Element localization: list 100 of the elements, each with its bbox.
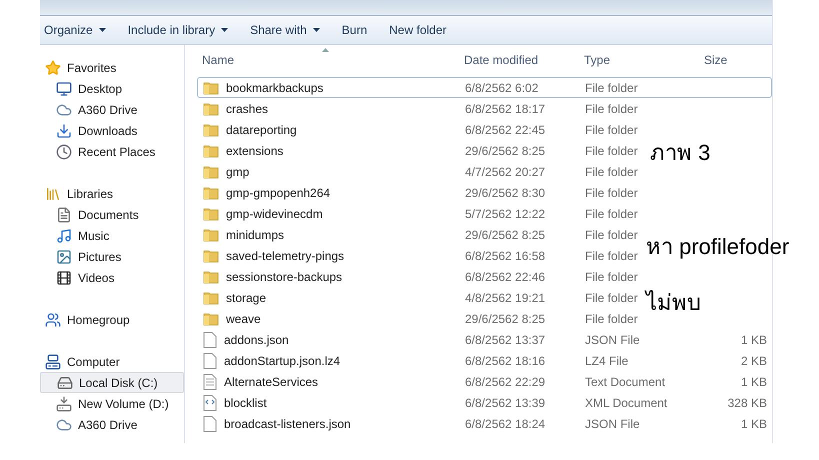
file-name: extensions: [226, 142, 284, 160]
date-cell: 5/7/2562 12:22: [465, 206, 546, 220]
type-cell: File folder: [585, 102, 638, 116]
file-icon: [203, 416, 217, 432]
folder-icon: [203, 206, 219, 220]
folder-icon: [203, 80, 219, 94]
size-cell: 328 KB: [728, 396, 767, 410]
file-icon: [203, 332, 217, 348]
column-header[interactable]: Size: [700, 51, 770, 69]
size-cell: 1 KB: [740, 374, 767, 388]
sidebar-item[interactable]: Videos: [40, 267, 184, 288]
column-header[interactable]: Date modified: [460, 51, 580, 69]
type-cell: JSON File: [585, 416, 640, 430]
file-name: datareporting: [226, 122, 297, 138]
folder-icon: [203, 312, 219, 326]
type-cell: File folder: [585, 270, 638, 284]
file-name: gmp: [226, 164, 250, 180]
type-cell: JSON File: [585, 332, 640, 346]
file-name: crashes: [226, 100, 268, 118]
handwritten-note: ภาพ 3: [650, 142, 710, 164]
drive-icon: [56, 396, 72, 412]
sidebar-item[interactable]: A360 Drive: [40, 414, 184, 435]
music-note-icon: [56, 228, 72, 244]
file-name: saved-telemetry-pings: [226, 248, 344, 264]
folder-icon: [203, 248, 219, 262]
folder-icon: [203, 102, 219, 116]
type-cell: File folder: [585, 144, 638, 158]
date-cell: 29/6/2562 8:25: [465, 312, 546, 326]
file-name: weave: [226, 310, 261, 328]
date-cell: 6/8/2562 18:17: [465, 102, 546, 116]
sidebar-item[interactable]: A360 Drive: [40, 99, 184, 120]
sidebar-group[interactable]: Computer: [40, 351, 184, 372]
sidebar-item[interactable]: Recent Places: [40, 141, 184, 162]
folder-icon: [203, 228, 219, 242]
folder-icon: [203, 186, 219, 200]
hard-drive-icon: [57, 374, 73, 390]
sidebar-group[interactable]: Favorites: [40, 57, 184, 78]
file-name: gmp-gmpopenh264: [226, 184, 330, 202]
document-icon: [56, 206, 72, 222]
type-cell: Text Document: [585, 374, 666, 388]
monitor-icon: [56, 80, 72, 96]
caret-icon: [312, 28, 320, 32]
address-bar[interactable]: [40, 0, 772, 16]
type-cell: File folder: [585, 186, 638, 200]
type-cell: File folder: [585, 290, 638, 304]
size-cell: 1 KB: [740, 416, 767, 430]
type-cell: File folder: [585, 164, 638, 178]
date-cell: 6/8/2562 18:24: [465, 416, 546, 430]
folder-icon: [203, 164, 219, 178]
handwritten-note: หา profilefoder: [646, 236, 790, 258]
folder-icon: [203, 270, 219, 284]
selected-row[interactable]: bookmarkbackups 6/8/2562 6:02 File folder: [197, 77, 772, 98]
file-icon: [203, 352, 217, 368]
date-cell: 29/6/2562 8:25: [465, 228, 546, 242]
cloud-icon: [56, 102, 72, 118]
sidebar-item[interactable]: Downloads: [40, 120, 184, 141]
file-name: gmp-widevinecdm: [226, 206, 323, 222]
sidebar-item[interactable]: Documents: [40, 204, 184, 225]
type-cell: XML Document: [585, 396, 668, 410]
sidebar-item[interactable]: Pictures: [40, 246, 184, 267]
text-file-icon: [203, 374, 217, 390]
type-cell: File folder: [585, 248, 638, 262]
toolbar-button[interactable]: Burn: [342, 21, 368, 39]
date-cell: 29/6/2562 8:30: [465, 186, 546, 200]
folder-icon: [203, 144, 219, 158]
sidebar-item[interactable]: Local Disk (C:): [40, 372, 184, 393]
file-name: AlternateServices: [224, 374, 318, 390]
date-cell: 6/8/2562 22:45: [465, 122, 546, 136]
star-icon: [45, 60, 61, 76]
sidebar-group[interactable]: Homegroup: [40, 309, 184, 330]
date-cell: 6/8/2562 13:39: [465, 396, 546, 410]
sidebar-group[interactable]: Libraries: [40, 183, 184, 204]
toolbar-button[interactable]: Share with: [250, 21, 320, 39]
date-cell: 6/8/2562 18:16: [465, 354, 546, 368]
date-cell: 4/8/2562 19:21: [465, 290, 546, 304]
file-name: storage: [226, 290, 266, 306]
date-cell: 6/8/2562 6:02: [465, 80, 538, 94]
xml-file-icon: [203, 394, 217, 410]
toolbar-button[interactable]: Include in library: [128, 21, 228, 39]
sidebar-item[interactable]: New Volume (D:): [40, 393, 184, 414]
file-name: bookmarkbackups: [226, 80, 324, 96]
toolbar-button[interactable]: Organize: [44, 21, 106, 39]
folder-icon: [203, 290, 219, 304]
sidebar-item[interactable]: Music: [40, 225, 184, 246]
type-cell: LZ4 File: [585, 354, 628, 368]
film-icon: [56, 270, 72, 286]
sidebar-item[interactable]: Desktop: [40, 78, 184, 99]
handwritten-note: ไม่พบ: [646, 292, 701, 314]
file-name: sessionstore-backups: [226, 268, 342, 286]
toolbar-button[interactable]: New folder: [389, 21, 446, 39]
type-cell: File folder: [585, 122, 638, 136]
date-cell: 4/7/2562 20:27: [465, 164, 546, 178]
file-name: blocklist: [224, 394, 267, 412]
type-cell: File folder: [585, 228, 638, 242]
column-header[interactable]: Type: [580, 51, 700, 69]
column-header[interactable]: Name: [185, 51, 460, 69]
file-name: minidumps: [226, 226, 284, 244]
people-icon: [45, 312, 61, 328]
size-cell: 1 KB: [740, 332, 767, 346]
file-name: broadcast-listeners.json: [224, 416, 351, 432]
